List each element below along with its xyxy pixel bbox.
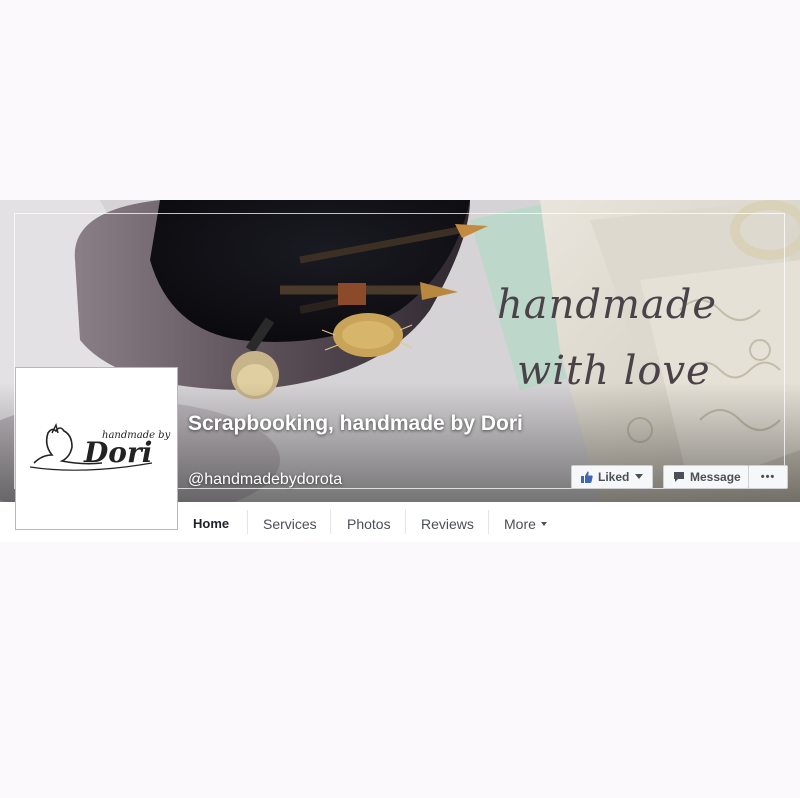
tab-divider <box>330 510 331 534</box>
page-handle[interactable]: @handmadebydorota <box>188 471 342 489</box>
horse-logo-icon: handmade by Dori <box>29 422 171 471</box>
page-header: handmade with love Scrapbooking, handmad… <box>0 200 800 542</box>
profile-picture[interactable]: handmade by Dori <box>15 367 178 530</box>
cover-tagline-line2: with love <box>517 348 711 394</box>
logo: handmade by Dori <box>22 415 171 482</box>
speech-bubble-icon <box>674 472 684 482</box>
tab-divider <box>247 510 248 534</box>
caret-down-icon <box>540 522 547 527</box>
liked-button[interactable]: Liked <box>571 465 653 489</box>
tab-home[interactable]: Home <box>193 502 229 542</box>
tab-reviews[interactable]: Reviews <box>421 502 474 542</box>
page-title[interactable]: Scrapbooking, handmade by Dori <box>188 410 528 438</box>
tab-photos[interactable]: Photos <box>347 502 391 542</box>
more-options-button[interactable]: ••• <box>748 465 788 489</box>
message-label: Message <box>690 470 741 484</box>
liked-label: Liked <box>598 470 630 484</box>
tab-divider <box>405 510 406 534</box>
tab-divider <box>488 510 489 534</box>
caret-down-icon <box>635 473 644 479</box>
more-options-icon: ••• <box>760 471 776 483</box>
tab-more[interactable]: More <box>504 502 547 542</box>
tab-services[interactable]: Services <box>263 502 317 542</box>
cover-tagline-line1: handmade <box>497 282 718 328</box>
thumbs-up-icon <box>581 471 593 483</box>
message-button[interactable]: Message <box>663 465 749 489</box>
tab-more-label: More <box>504 516 536 532</box>
svg-text:Dori: Dori <box>83 436 152 469</box>
